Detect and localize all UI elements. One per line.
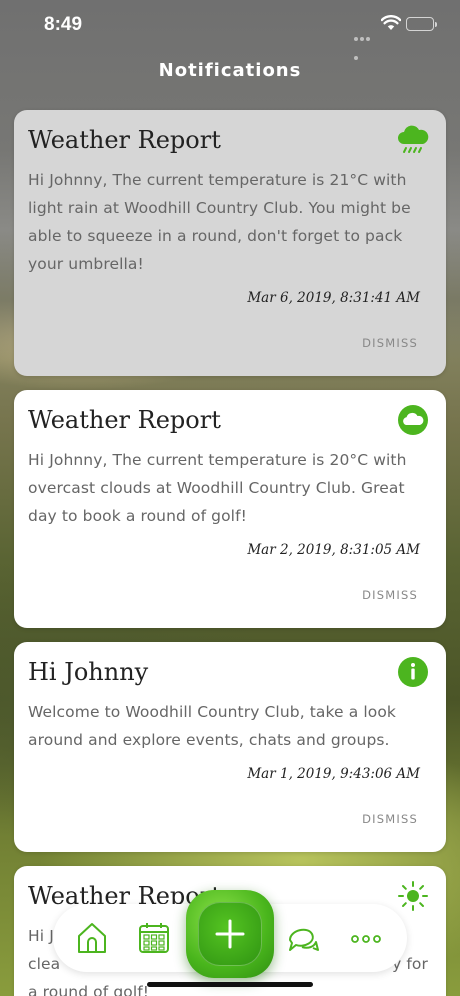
home-indicator (147, 982, 313, 987)
signal-icon (354, 26, 376, 60)
add-button[interactable] (186, 890, 274, 978)
rain-cloud-icon (398, 125, 429, 153)
status-time: 8:49 (44, 14, 83, 35)
notification-message: Hi Johnny, The current temperature is 21… (28, 171, 411, 273)
notification-date: Mar 6, 2019, 8:31:41 AM (247, 290, 420, 306)
notification-date: Mar 1, 2019, 9:43:06 AM (247, 766, 420, 782)
dismiss-button[interactable]: DISMISS (362, 336, 418, 350)
message-line: a round of golf! (28, 983, 150, 996)
message-fragment: clea (28, 955, 61, 973)
more-icon[interactable] (349, 920, 383, 956)
notification-message: Welcome to Woodhill Country Club, take a… (28, 703, 396, 749)
notification-date: Mar 2, 2019, 8:31:05 AM (247, 542, 420, 558)
cloud-icon (398, 405, 428, 435)
notification-title: Weather Report (28, 126, 221, 154)
page-title: Notifications (158, 60, 302, 81)
dismiss-button[interactable]: DISMISS (362, 812, 418, 826)
wifi-icon (381, 15, 401, 30)
battery-icon (406, 17, 437, 31)
notification-card[interactable]: Hi Johnny Welcome to Woodhill Country Cl… (14, 642, 446, 852)
notification-card[interactable]: Weather Report Hi Johnny, The current te… (14, 110, 446, 376)
notification-title: Hi Johnny (28, 658, 149, 686)
chat-icon[interactable] (286, 920, 320, 956)
sun-icon (398, 881, 428, 911)
home-icon[interactable] (75, 920, 109, 956)
notification-message: Hi Johnny, The current temperature is 20… (28, 451, 407, 525)
dismiss-button[interactable]: DISMISS (362, 588, 418, 602)
info-icon (398, 657, 428, 687)
add-icon (215, 919, 245, 949)
calendar-icon[interactable] (137, 920, 171, 956)
notification-title: Weather Report (28, 406, 221, 434)
notification-card[interactable]: Weather Report Hi Johnny, The current te… (14, 390, 446, 628)
status-bar: 8:49 (0, 0, 460, 60)
